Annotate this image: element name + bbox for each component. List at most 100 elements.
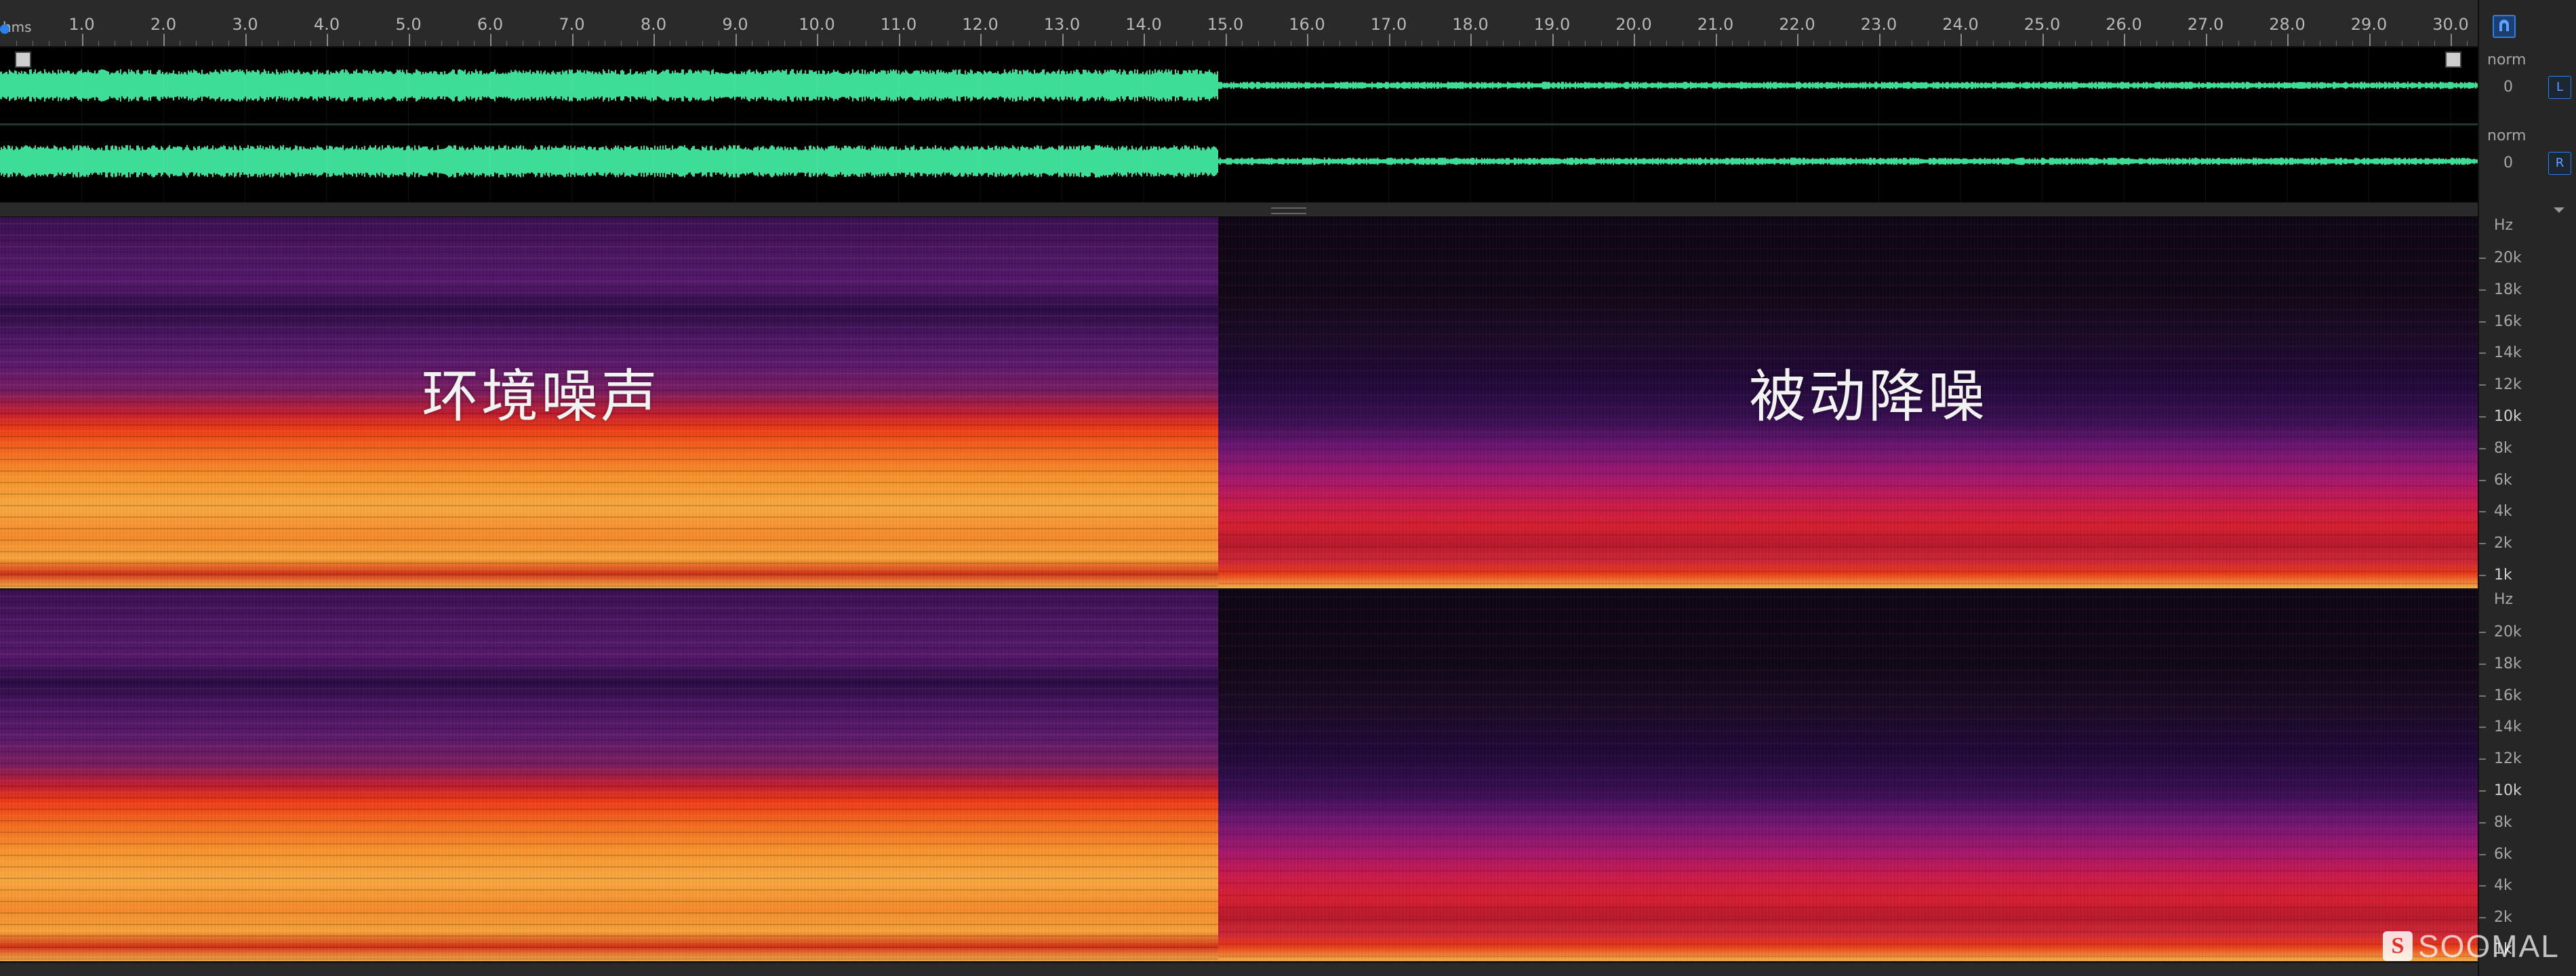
pin-icon[interactable] bbox=[2493, 15, 2516, 38]
time-tick-major bbox=[1715, 34, 1717, 46]
time-tick-minor bbox=[16, 41, 18, 46]
hz-scale-left-tick-label: 1k bbox=[2494, 567, 2512, 584]
time-tick-minor bbox=[963, 41, 965, 46]
fade-in-handle-icon[interactable] bbox=[15, 52, 31, 68]
time-tick-major bbox=[1960, 34, 1962, 46]
time-tick-major bbox=[2205, 34, 2207, 46]
time-tick-major bbox=[1797, 34, 1798, 46]
hz-scale-left-tick-label: 18k bbox=[2494, 281, 2522, 298]
time-tick-minor bbox=[1862, 41, 1864, 46]
hz-scale-right-tick-label: 4k bbox=[2494, 877, 2512, 895]
time-tick-major bbox=[1144, 34, 1145, 46]
time-tick-major bbox=[653, 34, 655, 46]
time-tick-major bbox=[1470, 34, 1472, 46]
time-tick-minor bbox=[539, 41, 540, 46]
waveform-view[interactable] bbox=[0, 47, 2478, 202]
time-tick-minor bbox=[1257, 41, 1259, 46]
hz-scale-right-tick bbox=[2479, 727, 2486, 729]
time-tick-minor bbox=[588, 41, 589, 46]
bottom-scrollbar[interactable] bbox=[0, 962, 2478, 976]
hz-scale-right-tick bbox=[2479, 695, 2486, 697]
time-tick-minor bbox=[1650, 41, 1651, 46]
time-tick-minor bbox=[1274, 41, 1275, 46]
time-tick-minor bbox=[2074, 41, 2076, 46]
time-tick-label: 16.0 bbox=[1289, 15, 1325, 34]
time-tick-label: 22.0 bbox=[1779, 15, 1815, 34]
hz-scale-left-tick bbox=[2479, 511, 2486, 513]
time-tick-minor bbox=[833, 41, 834, 46]
hz-scale-right-tick-label: 18k bbox=[2494, 655, 2522, 672]
time-tick-minor bbox=[310, 41, 311, 46]
time-tick-minor bbox=[277, 41, 279, 46]
time-tick-label: 28.0 bbox=[2269, 15, 2306, 34]
watermark-logo: S SOOMAL bbox=[2383, 929, 2560, 964]
time-tick-minor bbox=[2238, 41, 2239, 46]
time-tick-label: 10.0 bbox=[799, 15, 835, 34]
time-tick-major bbox=[1634, 34, 1635, 46]
time-tick-minor bbox=[931, 41, 932, 46]
time-tick-minor bbox=[2009, 41, 2011, 46]
time-tick-minor bbox=[2336, 41, 2337, 46]
time-tick-major bbox=[2451, 34, 2452, 46]
waveform-right-channel bbox=[0, 145, 2478, 178]
time-tick-minor bbox=[1372, 41, 1373, 46]
time-tick-major bbox=[898, 34, 900, 46]
hz-scale-right-tick-label: 2k bbox=[2494, 909, 2512, 927]
caption-passive-noise-reduction: 被动降噪 bbox=[1749, 363, 1988, 430]
time-tick-label: 25.0 bbox=[2024, 15, 2061, 34]
spectrogram-ambient-section bbox=[0, 590, 1218, 961]
time-tick-minor bbox=[882, 41, 883, 46]
collapse-arrow-icon[interactable] bbox=[2554, 207, 2564, 213]
hz-scale-left-tick bbox=[2479, 289, 2486, 291]
fade-out-handle-icon[interactable] bbox=[2445, 52, 2461, 68]
hz-scale-right-tick-label: 14k bbox=[2494, 718, 2522, 736]
time-tick-minor bbox=[441, 41, 442, 46]
hz-scale-left-tick bbox=[2479, 321, 2486, 323]
left-channel-button[interactable]: L bbox=[2548, 76, 2571, 99]
time-tick-label: 4.0 bbox=[313, 15, 340, 34]
time-tick-major bbox=[1552, 34, 1554, 46]
hz-scale-right-tick bbox=[2479, 917, 2486, 919]
channel-divider bbox=[0, 123, 2478, 125]
spectrogram-left-channel[interactable] bbox=[0, 217, 2478, 588]
time-tick-minor bbox=[2303, 41, 2305, 46]
time-tick-major bbox=[490, 34, 491, 46]
spectrogram-right-channel[interactable] bbox=[0, 590, 2478, 961]
view-splitter[interactable] bbox=[0, 202, 2478, 217]
time-tick-label: 9.0 bbox=[722, 15, 748, 34]
left-channel-scale-label: norm bbox=[2487, 52, 2527, 68]
time-tick-minor bbox=[2091, 41, 2092, 46]
time-tick-label: 30.0 bbox=[2432, 15, 2469, 34]
time-tick-minor bbox=[1780, 41, 1782, 46]
time-tick-minor bbox=[2221, 41, 2223, 46]
hz-scale-right-tick bbox=[2479, 758, 2486, 760]
time-tick-minor bbox=[849, 41, 851, 46]
time-tick-minor bbox=[1503, 41, 1504, 46]
time-tick-major bbox=[1878, 34, 1880, 46]
time-tick-minor bbox=[2140, 41, 2141, 46]
time-tick-label: 18.0 bbox=[1452, 15, 1489, 34]
left-channel-zero-label: 0 bbox=[2503, 79, 2513, 96]
time-tick-minor bbox=[424, 41, 426, 46]
playhead-marker[interactable] bbox=[0, 24, 9, 34]
time-tick-minor bbox=[65, 41, 66, 46]
time-tick-minor bbox=[130, 41, 132, 46]
hz-scale-left-tick-label: 10k bbox=[2494, 408, 2522, 425]
time-tick-minor bbox=[359, 41, 361, 46]
time-tick-minor bbox=[620, 41, 622, 46]
hz-scale-right-tick bbox=[2479, 885, 2486, 887]
time-tick-major bbox=[571, 34, 573, 46]
caption-ambient-noise: 环境噪声 bbox=[422, 363, 661, 430]
time-tick-minor bbox=[98, 41, 99, 46]
hz-scale-left-tick-label: 20k bbox=[2494, 249, 2522, 266]
spectrogram-passive-section bbox=[1218, 590, 2478, 961]
hz-scale-left-tick-label: 12k bbox=[2494, 376, 2522, 394]
splitter-grip[interactable] bbox=[1271, 207, 1306, 214]
time-tick-label: 2.0 bbox=[150, 15, 177, 34]
time-tick-label: 26.0 bbox=[2106, 15, 2142, 34]
time-tick-minor bbox=[1029, 41, 1030, 46]
right-channel-button[interactable]: R bbox=[2548, 152, 2571, 175]
time-ruler[interactable]: hms 1.0 2.0 3.0 4.0 5.0 6.0 7.0 8.0 9.0 10.0 11.0 1… bbox=[0, 0, 2478, 47]
time-tick-minor bbox=[1748, 41, 1749, 46]
time-tick-minor bbox=[196, 41, 197, 46]
